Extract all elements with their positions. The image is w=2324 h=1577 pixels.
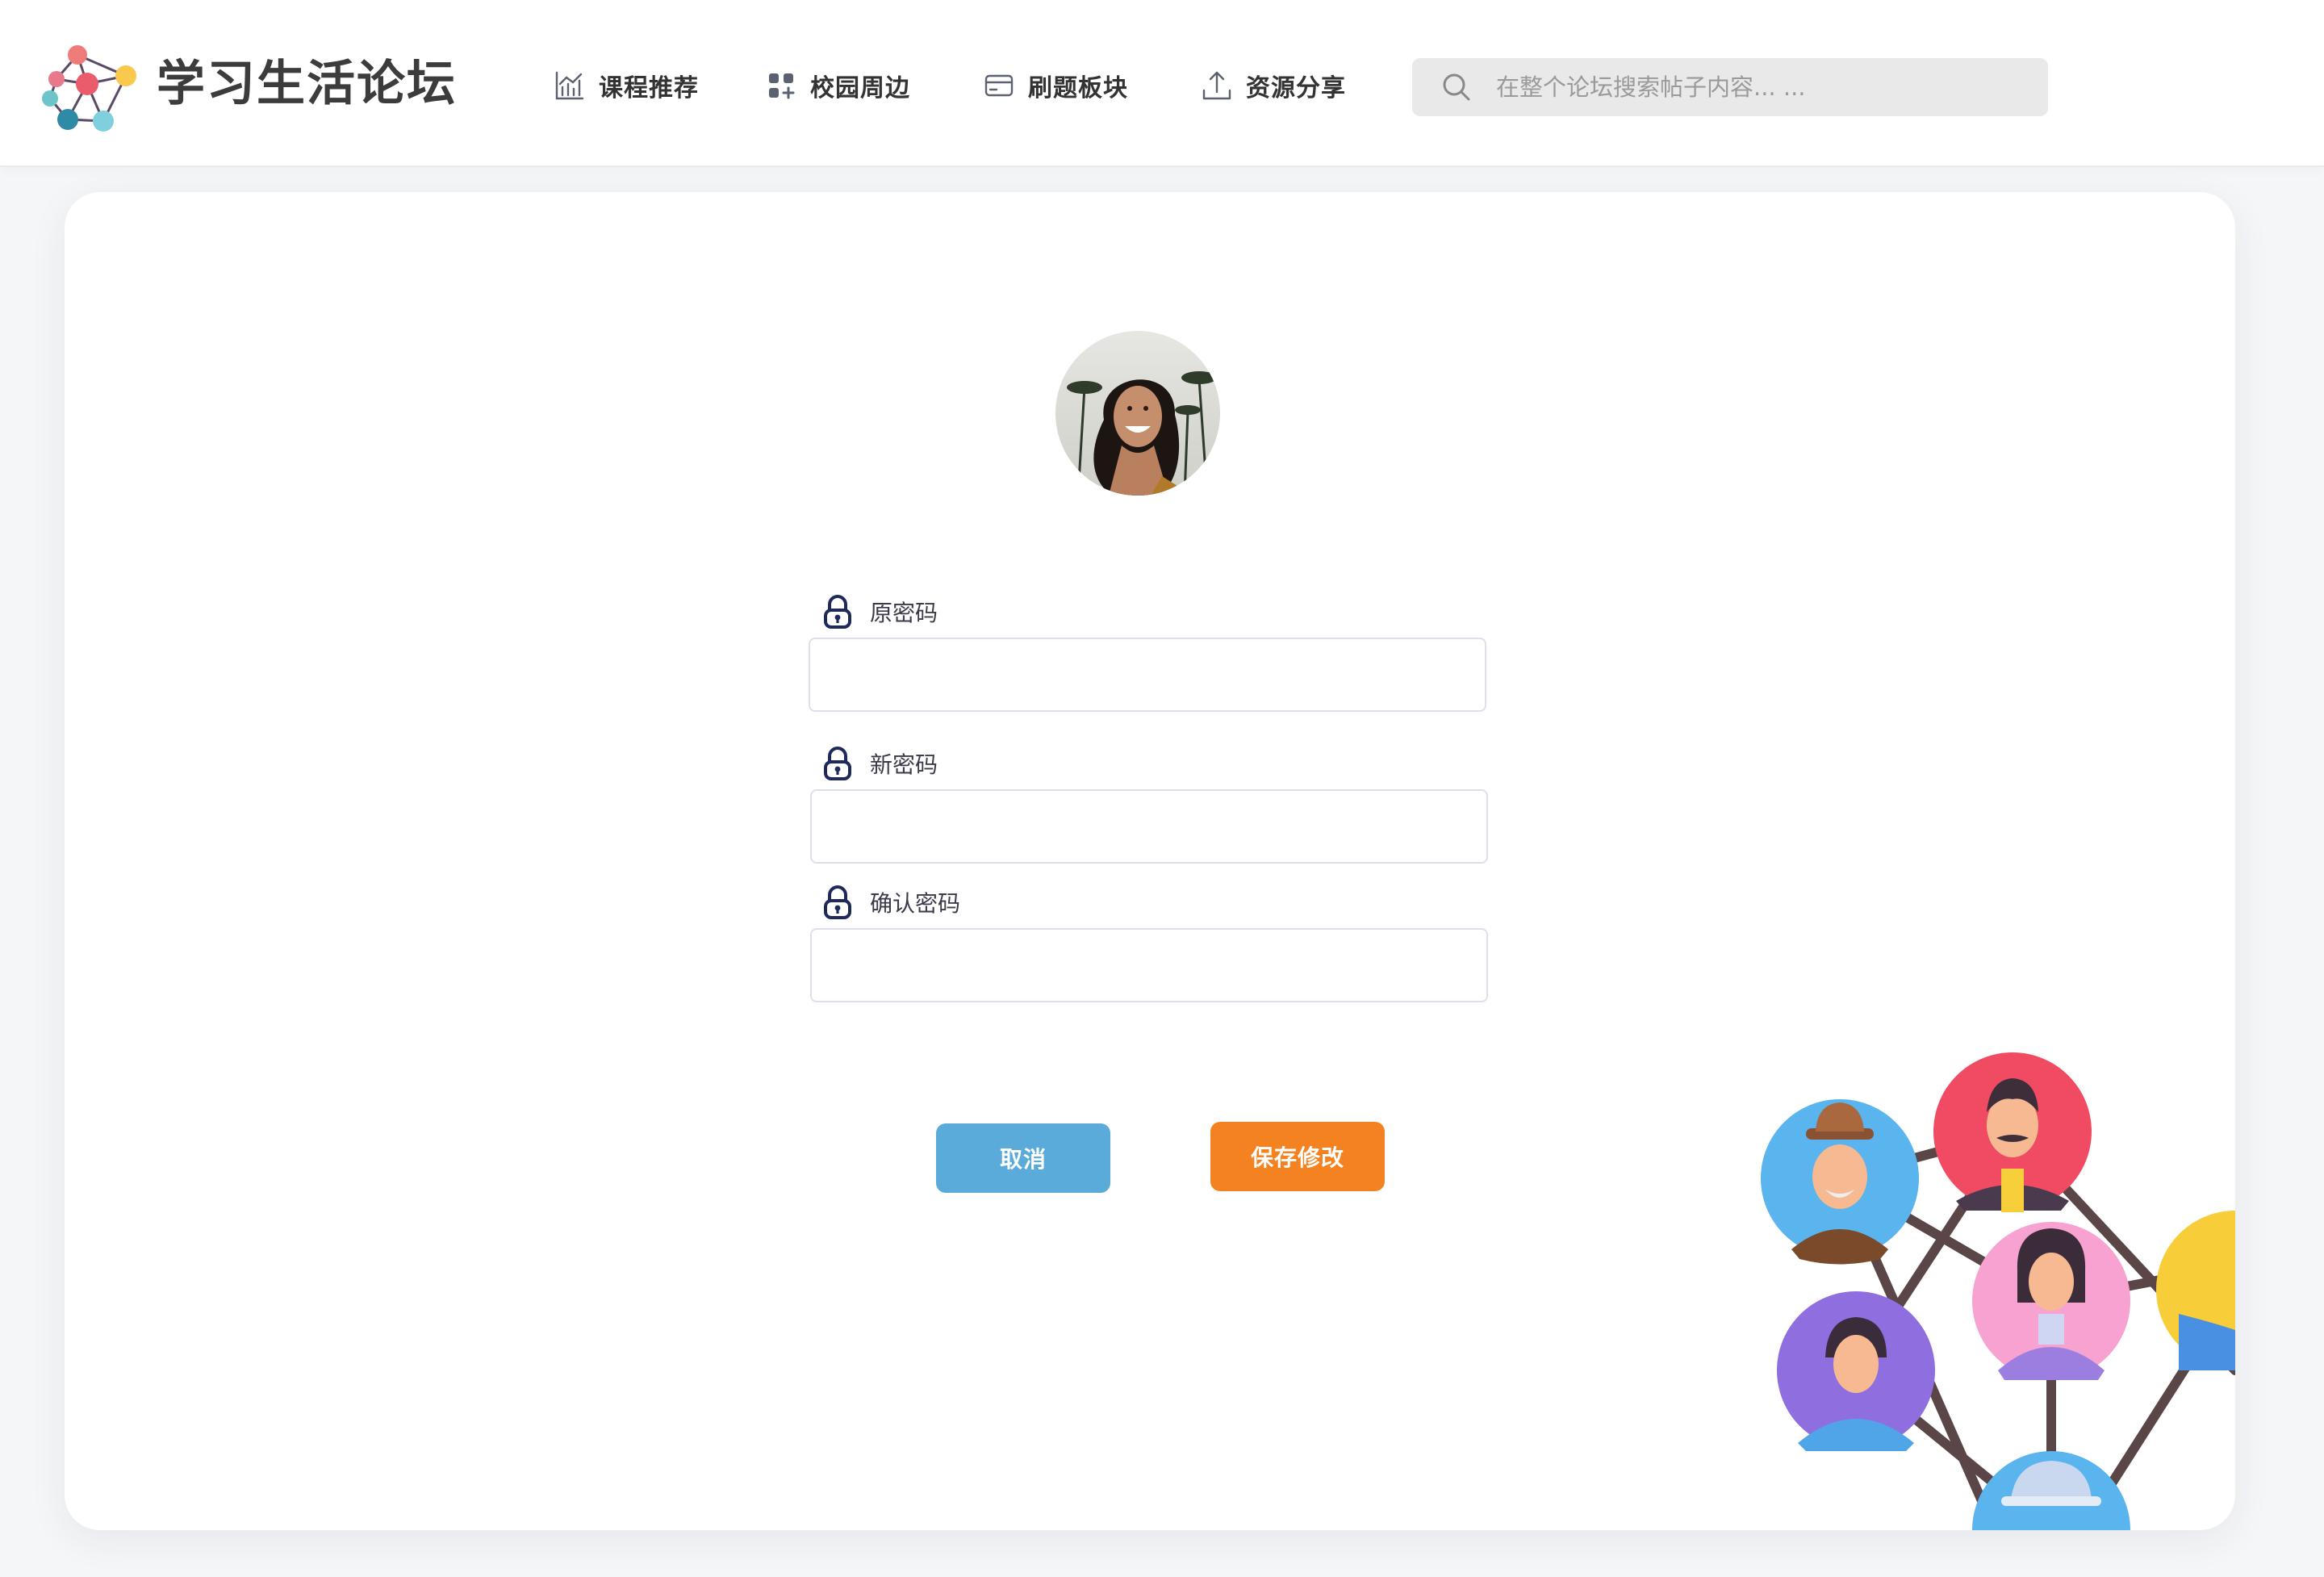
avatar-woman <box>1972 1222 2130 1380</box>
old-password-label: 原密码 <box>821 594 938 630</box>
network-logo-icon[interactable] <box>39 42 139 137</box>
avatar-yellow-partial <box>2156 1211 2235 1370</box>
confirm-password-input[interactable] <box>810 928 1488 1002</box>
new-password-label: 新密码 <box>821 746 938 781</box>
search-input[interactable] <box>1496 63 2013 111</box>
old-password-input[interactable] <box>809 638 1486 712</box>
grid-icon <box>769 73 795 99</box>
save-changes-button[interactable]: 保存修改 <box>1210 1122 1385 1191</box>
nav-label: 资源分享 <box>1246 74 1346 102</box>
nav-question-bank[interactable]: 刷题板块 <box>983 61 1128 110</box>
nav-label: 校园周边 <box>810 74 910 102</box>
new-password-input[interactable] <box>810 789 1488 864</box>
search-icon[interactable] <box>1441 72 1472 102</box>
avatar-sweater-man <box>1777 1291 1935 1451</box>
site-title[interactable]: 学习生活论坛 <box>157 50 457 118</box>
nav-resource-share[interactable]: 资源分享 <box>1201 61 1346 110</box>
top-header: 学习生活论坛 课程推荐 校园周边 刷题板块 资源分享 在整个论坛搜索帖子内容..… <box>0 0 2324 167</box>
chart-icon <box>555 71 584 100</box>
confirm-password-label: 确认密码 <box>821 885 960 920</box>
search-bar[interactable] <box>1412 58 2048 116</box>
avatar-bottom-partial <box>1972 1451 2130 1530</box>
lock-icon <box>824 595 851 629</box>
change-password-card: 原密码 新密码 确认密码 取消 保存修改 <box>65 192 2235 1530</box>
user-avatar[interactable] <box>1055 331 1220 496</box>
lock-icon <box>824 747 851 780</box>
people-network-illustration <box>1761 1052 2235 1530</box>
nav-label: 刷题板块 <box>1028 74 1128 102</box>
cancel-button[interactable]: 取消 <box>936 1123 1110 1193</box>
avatar-hat-man <box>1761 1099 1919 1265</box>
lock-icon <box>824 885 851 919</box>
card-icon <box>984 74 1014 97</box>
nav-label: 课程推荐 <box>599 74 699 102</box>
upload-icon <box>1202 71 1231 100</box>
nav-course-recommend[interactable]: 课程推荐 <box>554 61 699 110</box>
nav-campus-nearby[interactable]: 校园周边 <box>765 61 910 110</box>
avatar-photo <box>1055 331 1220 496</box>
